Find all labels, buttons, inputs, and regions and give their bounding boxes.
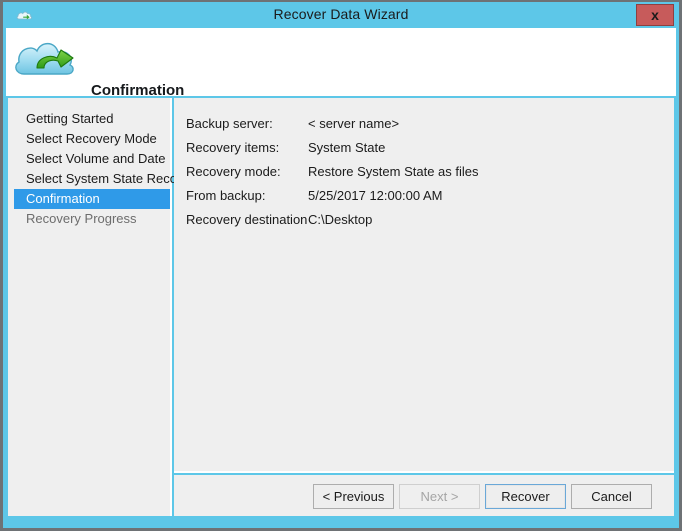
sidebar-item-getting-started[interactable]: Getting Started xyxy=(8,109,170,129)
next-button: Next > xyxy=(399,484,480,509)
window-title: Recover Data Wizard xyxy=(273,6,409,22)
recover-data-wizard-window: Recover Data Wizard x Confirmation Getti… xyxy=(0,0,682,531)
sidebar-item-confirmation[interactable]: Confirmation xyxy=(14,189,170,209)
summary-value: < server name> xyxy=(308,116,400,131)
summary-label: Recovery items: xyxy=(186,140,280,155)
confirmation-content: Backup server: < server name> Recovery i… xyxy=(174,98,674,473)
cloud-recovery-icon xyxy=(11,34,77,84)
wizard-steps-list: Getting Started Select Recovery Mode Sel… xyxy=(8,109,188,229)
wizard-steps-panel: Getting Started Select Recovery Mode Sel… xyxy=(8,98,188,516)
summary-label: Recovery mode: xyxy=(186,164,281,179)
sidebar-item-select-system-state-recovery[interactable]: Select System State Reco... xyxy=(8,169,188,189)
previous-button[interactable]: < Previous xyxy=(313,484,394,509)
wizard-footer: < Previous Next > Recover Cancel xyxy=(174,475,674,516)
summary-value: Restore System State as files xyxy=(308,164,479,179)
wizard-body: Getting Started Select Recovery Mode Sel… xyxy=(6,96,676,521)
summary-value: System State xyxy=(308,140,386,155)
wizard-header: Confirmation xyxy=(6,28,676,99)
summary-label: Backup server: xyxy=(186,116,273,131)
sidebar-item-recovery-progress[interactable]: Recovery Progress xyxy=(8,209,170,229)
sidebar-item-select-recovery-mode[interactable]: Select Recovery Mode xyxy=(8,129,170,149)
summary-label: From backup: xyxy=(186,188,266,203)
recover-button[interactable]: Recover xyxy=(485,484,566,509)
sidebar-item-select-volume-and-date[interactable]: Select Volume and Date xyxy=(8,149,170,169)
summary-value: 5/25/2017 12:00:00 AM xyxy=(308,188,443,203)
title-bar: Recover Data Wizard x xyxy=(3,2,679,28)
close-icon[interactable]: x xyxy=(636,4,674,26)
summary-label: Recovery destination xyxy=(186,212,308,227)
cancel-button[interactable]: Cancel xyxy=(571,484,652,509)
summary-value: C:\Desktop xyxy=(308,212,373,227)
